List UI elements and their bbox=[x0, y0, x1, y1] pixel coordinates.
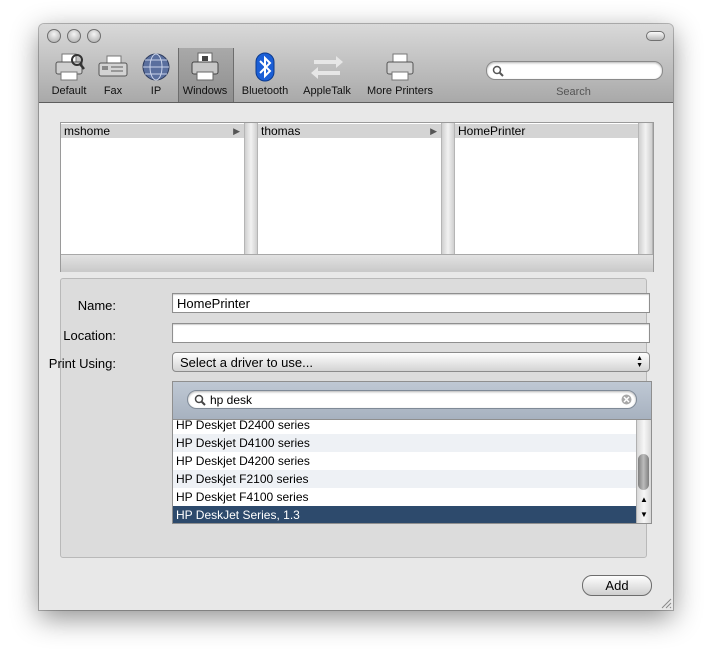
driver-search-field[interactable]: hp desk bbox=[187, 390, 637, 409]
toolbar-item-label: Bluetooth bbox=[241, 85, 289, 97]
name-field-value: HomePrinter bbox=[177, 296, 250, 311]
browser-column-2: thomas ▶ bbox=[258, 123, 441, 254]
add-printer-window: Default Fax IP Windows Bluetooth AppleTa… bbox=[39, 24, 673, 610]
more-printers-icon bbox=[386, 53, 414, 81]
fax-icon bbox=[98, 55, 128, 77]
print-using-label: Print Using: bbox=[48, 356, 116, 371]
toolbar-item-label: Default bbox=[51, 85, 87, 97]
browser-column-1: mshome ▶ bbox=[61, 123, 244, 254]
scroll-up-icon[interactable]: ▲ bbox=[640, 495, 648, 504]
printer-browser: mshome ▶ thomas ▶ HomePrinter bbox=[60, 122, 654, 272]
minimize-window-button[interactable] bbox=[67, 29, 81, 43]
driver-row[interactable]: HP Deskjet D4200 series bbox=[173, 452, 637, 470]
printer-settings-panel: Name: HomePrinter Location: Print Using:… bbox=[49, 278, 652, 558]
driver-row[interactable]: HP Deskjet D2400 series bbox=[173, 419, 637, 434]
driver-row-selected[interactable]: HP DeskJet Series, 1.3 bbox=[173, 506, 637, 523]
browser-column-3: HomePrinter bbox=[455, 123, 638, 254]
browser-item-label: thomas bbox=[261, 124, 301, 138]
disclosure-arrow-icon: ▶ bbox=[233, 126, 240, 136]
search-icon bbox=[194, 394, 206, 406]
toolbar-item-label: AppleTalk bbox=[303, 85, 351, 97]
driver-name: HP Deskjet D4100 series bbox=[176, 436, 310, 450]
name-field[interactable]: HomePrinter bbox=[172, 293, 650, 313]
scroll-down-icon[interactable]: ▼ bbox=[640, 510, 648, 519]
toolbar-item-more-printers[interactable]: More Printers bbox=[363, 50, 437, 100]
default-printer-icon bbox=[55, 53, 85, 81]
bluetooth-icon bbox=[255, 52, 275, 82]
toolbar-item-appletalk[interactable]: AppleTalk bbox=[297, 50, 357, 100]
add-button[interactable]: Add bbox=[582, 575, 652, 596]
toolbar-toggle-button[interactable] bbox=[646, 31, 665, 41]
browser-item-label: mshome bbox=[64, 124, 111, 138]
print-using-popup[interactable]: Select a driver to use... ▲ ▼ bbox=[172, 352, 650, 372]
driver-name: HP Deskjet D4200 series bbox=[176, 454, 310, 468]
toolbar-item-bluetooth[interactable]: Bluetooth bbox=[237, 50, 293, 100]
disclosure-arrow-icon: ▶ bbox=[430, 126, 437, 136]
toolbar-item-default[interactable]: Default bbox=[47, 50, 91, 100]
location-field[interactable] bbox=[172, 323, 650, 343]
driver-name: HP Deskjet F4100 series bbox=[176, 490, 309, 504]
resize-grip-icon[interactable] bbox=[660, 597, 672, 609]
toolbar-item-label: IP bbox=[150, 85, 162, 97]
browser-item-mshome[interactable]: mshome ▶ bbox=[61, 124, 244, 138]
windows-printer-icon bbox=[191, 52, 219, 81]
ip-globe-icon bbox=[142, 53, 170, 81]
toolbar-item-label: Fax bbox=[103, 85, 123, 97]
driver-row[interactable]: HP Deskjet D4100 series bbox=[173, 434, 637, 452]
appletalk-arrows-icon bbox=[311, 56, 343, 79]
browser-horizontal-scrollbar[interactable] bbox=[61, 254, 653, 272]
driver-name: HP Deskjet F2100 series bbox=[176, 472, 309, 486]
clear-search-icon[interactable] bbox=[621, 394, 632, 405]
browser-item-thomas[interactable]: thomas ▶ bbox=[258, 124, 441, 138]
column-2-scrollbar[interactable] bbox=[441, 123, 455, 254]
column-1-scrollbar[interactable] bbox=[244, 123, 258, 254]
toolbar-item-ip[interactable]: IP bbox=[139, 50, 173, 100]
column-3-scrollbar[interactable] bbox=[638, 123, 653, 254]
driver-search-bar: hp desk bbox=[172, 381, 652, 420]
zoom-window-button[interactable] bbox=[87, 29, 101, 43]
search-icon bbox=[492, 65, 504, 77]
browser-item-label: HomePrinter bbox=[458, 124, 526, 138]
toolbar-search-label: Search bbox=[556, 86, 591, 98]
toolbar-item-fax[interactable]: Fax bbox=[95, 50, 131, 100]
driver-list-scrollbar[interactable]: ▲ ▼ bbox=[636, 420, 651, 523]
popup-arrows-icon: ▲ ▼ bbox=[636, 355, 643, 369]
driver-row[interactable]: HP Deskjet F4100 series bbox=[173, 488, 637, 506]
driver-row[interactable]: HP Deskjet F2100 series bbox=[173, 470, 637, 488]
print-using-value: Select a driver to use... bbox=[180, 355, 313, 370]
toolbar-item-label: Windows bbox=[182, 85, 228, 97]
toolbar-item-windows[interactable]: Windows bbox=[179, 50, 231, 100]
location-label: Location: bbox=[63, 328, 116, 343]
toolbar: Default Fax IP Windows Bluetooth AppleTa… bbox=[39, 24, 673, 103]
toolbar-item-label: More Printers bbox=[366, 85, 434, 97]
close-window-button[interactable] bbox=[47, 29, 61, 43]
toolbar-search-field[interactable] bbox=[486, 61, 663, 80]
driver-name: HP DeskJet Series, 1.3 bbox=[176, 508, 300, 522]
driver-name: HP Deskjet D2400 series bbox=[176, 419, 310, 432]
driver-list: HP Deskjet D2400 series HP Deskjet D4100… bbox=[172, 419, 652, 524]
name-label: Name: bbox=[77, 298, 116, 313]
driver-search-value: hp desk bbox=[210, 393, 253, 407]
browser-item-homeprinter[interactable]: HomePrinter bbox=[455, 124, 638, 138]
scrollbar-thumb[interactable] bbox=[638, 454, 649, 490]
